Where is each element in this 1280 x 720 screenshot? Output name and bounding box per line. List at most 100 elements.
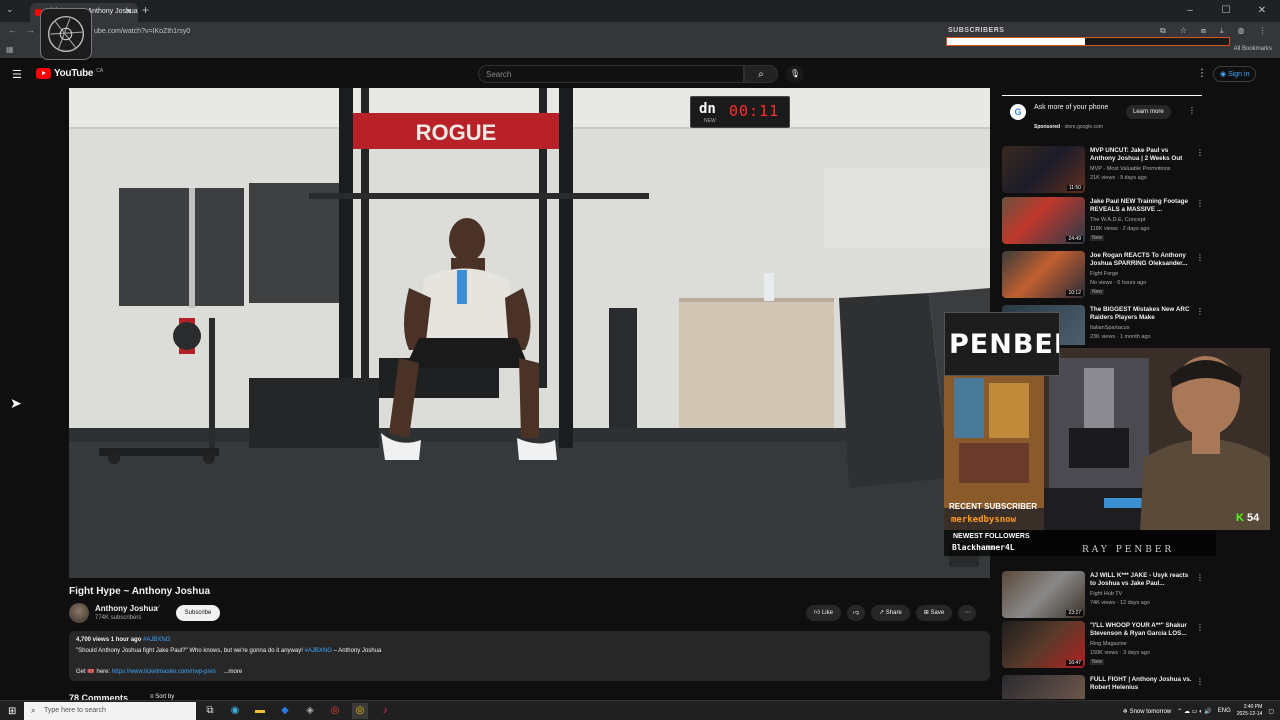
recommendation-item[interactable]: 23:27 AJ WILL K*** JAKE - Usyk reacts to… xyxy=(1002,571,1204,621)
recommendation-item[interactable]: FULL FIGHT | Anthony Joshua vs. Robert H… xyxy=(1002,675,1202,699)
youtube-logo[interactable]: YouTube CA xyxy=(36,68,103,79)
gym-timer-display: dn NEW 00:11 xyxy=(690,96,790,128)
like-button[interactable]: 👍︎ Like xyxy=(806,605,841,621)
quote-hashtag[interactable]: #AJBXNG xyxy=(305,648,332,654)
video-player[interactable]: ROGUE xyxy=(69,88,990,578)
hamburger-menu-icon[interactable]: ☰ xyxy=(12,68,22,81)
learn-more-button[interactable]: Learn more xyxy=(1126,105,1171,119)
recommendation-item[interactable]: 10:12 Joe Rogan REACTS To Anthony Joshua… xyxy=(1002,251,1204,301)
recommendation-title[interactable]: Jake Paul NEW Training Footage REVEALS a… xyxy=(1090,198,1194,214)
recommendation-item[interactable]: 11:50 MVP UNCUT: Jake Paul vs Anthony Jo… xyxy=(1002,146,1204,196)
video-frame: ROGUE xyxy=(69,88,990,578)
chrome-icon[interactable]: ◎ xyxy=(327,703,343,719)
browser-menu-icon[interactable]: ⋮ xyxy=(1259,26,1267,36)
recommendation-channel[interactable]: Fight Hub TV xyxy=(1090,591,1122,597)
recommendation-channel[interactable]: Fight Forge xyxy=(1090,271,1118,277)
video-thumbnail[interactable]: 10:12 xyxy=(1002,251,1085,298)
search-input[interactable]: Search xyxy=(478,65,744,83)
all-bookmarks[interactable]: All Bookmarks xyxy=(1234,46,1272,52)
sponsored-ad-card[interactable]: G Ask more of your phone Sponsored · sto… xyxy=(1002,95,1202,135)
description-hashtag[interactable]: #AJBXNG xyxy=(143,637,170,643)
tray-icons[interactable]: ⌃ ☁ ▭ ◐ 🔊 xyxy=(1177,708,1211,715)
item-menu-icon[interactable]: ⋮ xyxy=(1196,677,1202,686)
bookmark-star-icon[interactable]: ☆ xyxy=(1180,26,1187,36)
youtube-play-icon xyxy=(36,68,51,79)
channel-name[interactable]: Anthony Joshua xyxy=(95,604,158,613)
recommendation-item[interactable]: 24:49 Jake Paul NEW Training Footage REV… xyxy=(1002,197,1204,247)
penber-text: PENBER xyxy=(949,329,1059,360)
recommendation-title[interactable]: FULL FIGHT | Anthony Joshua vs. Robert H… xyxy=(1090,676,1194,692)
video-thumbnail[interactable] xyxy=(1002,675,1085,699)
file-explorer-icon[interactable]: ▬ xyxy=(252,703,268,719)
ad-sponsor: Sponsored · store.google.com xyxy=(1034,124,1103,130)
language-indicator[interactable]: ENG xyxy=(1218,708,1231,714)
settings-kebab-icon[interactable]: ⋮ xyxy=(1197,68,1207,79)
minimize-icon[interactable]: – xyxy=(1172,0,1208,22)
taskbar-search-input[interactable]: ⌕ Type here to search xyxy=(24,702,196,720)
tab-search-icon[interactable]: ⌄ xyxy=(6,4,14,15)
microphone-icon[interactable]: 🎙 xyxy=(786,65,804,83)
search-icon[interactable]: ⌕ xyxy=(744,65,778,83)
edge-icon[interactable]: ◉ xyxy=(227,703,243,719)
windows-taskbar: ⊞ ⌕ Type here to search ⧉ ◉ ▬ ◆ ◈ ◎ ◎ ♪ … xyxy=(0,700,1280,720)
video-thumbnail[interactable]: 11:50 xyxy=(1002,146,1085,193)
video-thumbnail[interactable]: 24:49 xyxy=(1002,197,1085,244)
ticket-link[interactable]: https://www.ticketmaster.com/mvp-pres xyxy=(112,669,216,675)
back-icon[interactable]: ← xyxy=(8,25,17,35)
recommendation-channel[interactable]: Ring Magazine xyxy=(1090,641,1127,647)
recommendation-title[interactable]: The BIGGEST Mistakes New ARC Raiders Pla… xyxy=(1090,306,1194,322)
install-icon[interactable]: ⧉ xyxy=(1160,26,1166,36)
clock[interactable]: 2:40 PM 2025-12-14 xyxy=(1237,704,1263,718)
chrome-active-icon[interactable]: ◎ xyxy=(352,703,368,719)
sign-in-button[interactable]: ◉ Sign in xyxy=(1213,66,1257,82)
item-menu-icon[interactable]: ⋮ xyxy=(1196,307,1202,316)
recommendation-channel[interactable]: MVP - Most Valuable Promotions xyxy=(1090,166,1171,172)
save-button[interactable]: ⊞ Save xyxy=(915,605,953,621)
video-thumbnail[interactable]: 23:27 xyxy=(1002,571,1085,618)
windows-start-icon[interactable]: ⊞ xyxy=(8,706,16,717)
tiktok-icon[interactable]: ♪ xyxy=(377,703,393,719)
channel-avatar[interactable] xyxy=(69,603,89,623)
close-window-icon[interactable]: ✕ xyxy=(1244,0,1280,22)
dislike-button[interactable]: 👎︎ xyxy=(846,605,866,621)
profile-icon[interactable]: ◍ xyxy=(1238,26,1245,36)
more-link[interactable]: ...more xyxy=(224,669,243,675)
subscribe-button[interactable]: Subscribe xyxy=(176,605,220,621)
tab-close-icon[interactable]: ✕ xyxy=(125,7,132,16)
recommendation-title[interactable]: AJ WILL K*** JAKE - Usyk reacts to Joshu… xyxy=(1090,572,1194,588)
views-time: 4,700 views 1 hour ago xyxy=(76,637,142,643)
forward-icon[interactable]: → xyxy=(26,25,35,35)
apps-grid-icon[interactable]: ▦ xyxy=(6,45,14,54)
item-menu-icon[interactable]: ⋮ xyxy=(1196,623,1204,632)
more-actions-button[interactable]: ⋯ xyxy=(958,605,977,621)
item-menu-icon[interactable]: ⋮ xyxy=(1196,253,1204,262)
new-tab-icon[interactable]: + xyxy=(142,3,149,17)
notifications-icon[interactable]: ▢ xyxy=(1268,708,1274,715)
description-box[interactable]: 4,700 views 1 hour ago #AJBXNG "Should A… xyxy=(69,631,990,681)
app-icon-2[interactable]: ◈ xyxy=(302,703,318,719)
recommendation-title[interactable]: "I'LL WHOOP YOUR A**" Shakur Stevenson &… xyxy=(1090,622,1194,638)
video-actions: 👍︎ Like 👎︎ ↗ Share ⊞ Save ⋯ xyxy=(806,605,977,621)
video-duration: 10:12 xyxy=(1066,290,1083,296)
recommendation-channel[interactable]: The W.A.D.E. Concept xyxy=(1090,217,1145,223)
ad-menu-icon[interactable]: ⋮ xyxy=(1188,106,1196,115)
recommendation-channel[interactable]: ItalianSpartacus xyxy=(1090,325,1129,331)
app-icon[interactable]: ◆ xyxy=(277,703,293,719)
recommendation-title[interactable]: Joe Rogan REACTS To Anthony Joshua SPARR… xyxy=(1090,252,1194,268)
recommendation-title[interactable]: MVP UNCUT: Jake Paul vs Anthony Joshua |… xyxy=(1090,147,1194,163)
recommendation-views: 21K views · 9 days ago xyxy=(1090,175,1147,181)
item-menu-icon[interactable]: ⋮ xyxy=(1196,573,1204,582)
download-icon[interactable]: ⤓ xyxy=(1220,26,1224,36)
share-button[interactable]: ↗ Share xyxy=(871,605,910,621)
quote-text: "Should Anthony Joshua fight Jake Paul?"… xyxy=(76,648,303,654)
maximize-icon[interactable]: ☐ xyxy=(1208,0,1244,22)
task-view-icon[interactable]: ⧉ xyxy=(202,703,218,719)
item-menu-icon[interactable]: ⋮ xyxy=(1196,199,1204,208)
extensions-icon[interactable]: ⧈ xyxy=(1201,26,1206,36)
item-menu-icon[interactable]: ⋮ xyxy=(1196,148,1204,157)
weather-widget[interactable]: ❄ Snow tomorrow xyxy=(1123,708,1171,715)
url-field[interactable]: ube.com/watch?v=IKoZth1rsy0 xyxy=(94,25,944,39)
timer-brand-sub: NEW xyxy=(704,118,716,124)
video-thumbnail[interactable]: 16:47 xyxy=(1002,621,1085,668)
recommendation-item[interactable]: 16:47 "I'LL WHOOP YOUR A**" Shakur Steve… xyxy=(1002,621,1204,671)
